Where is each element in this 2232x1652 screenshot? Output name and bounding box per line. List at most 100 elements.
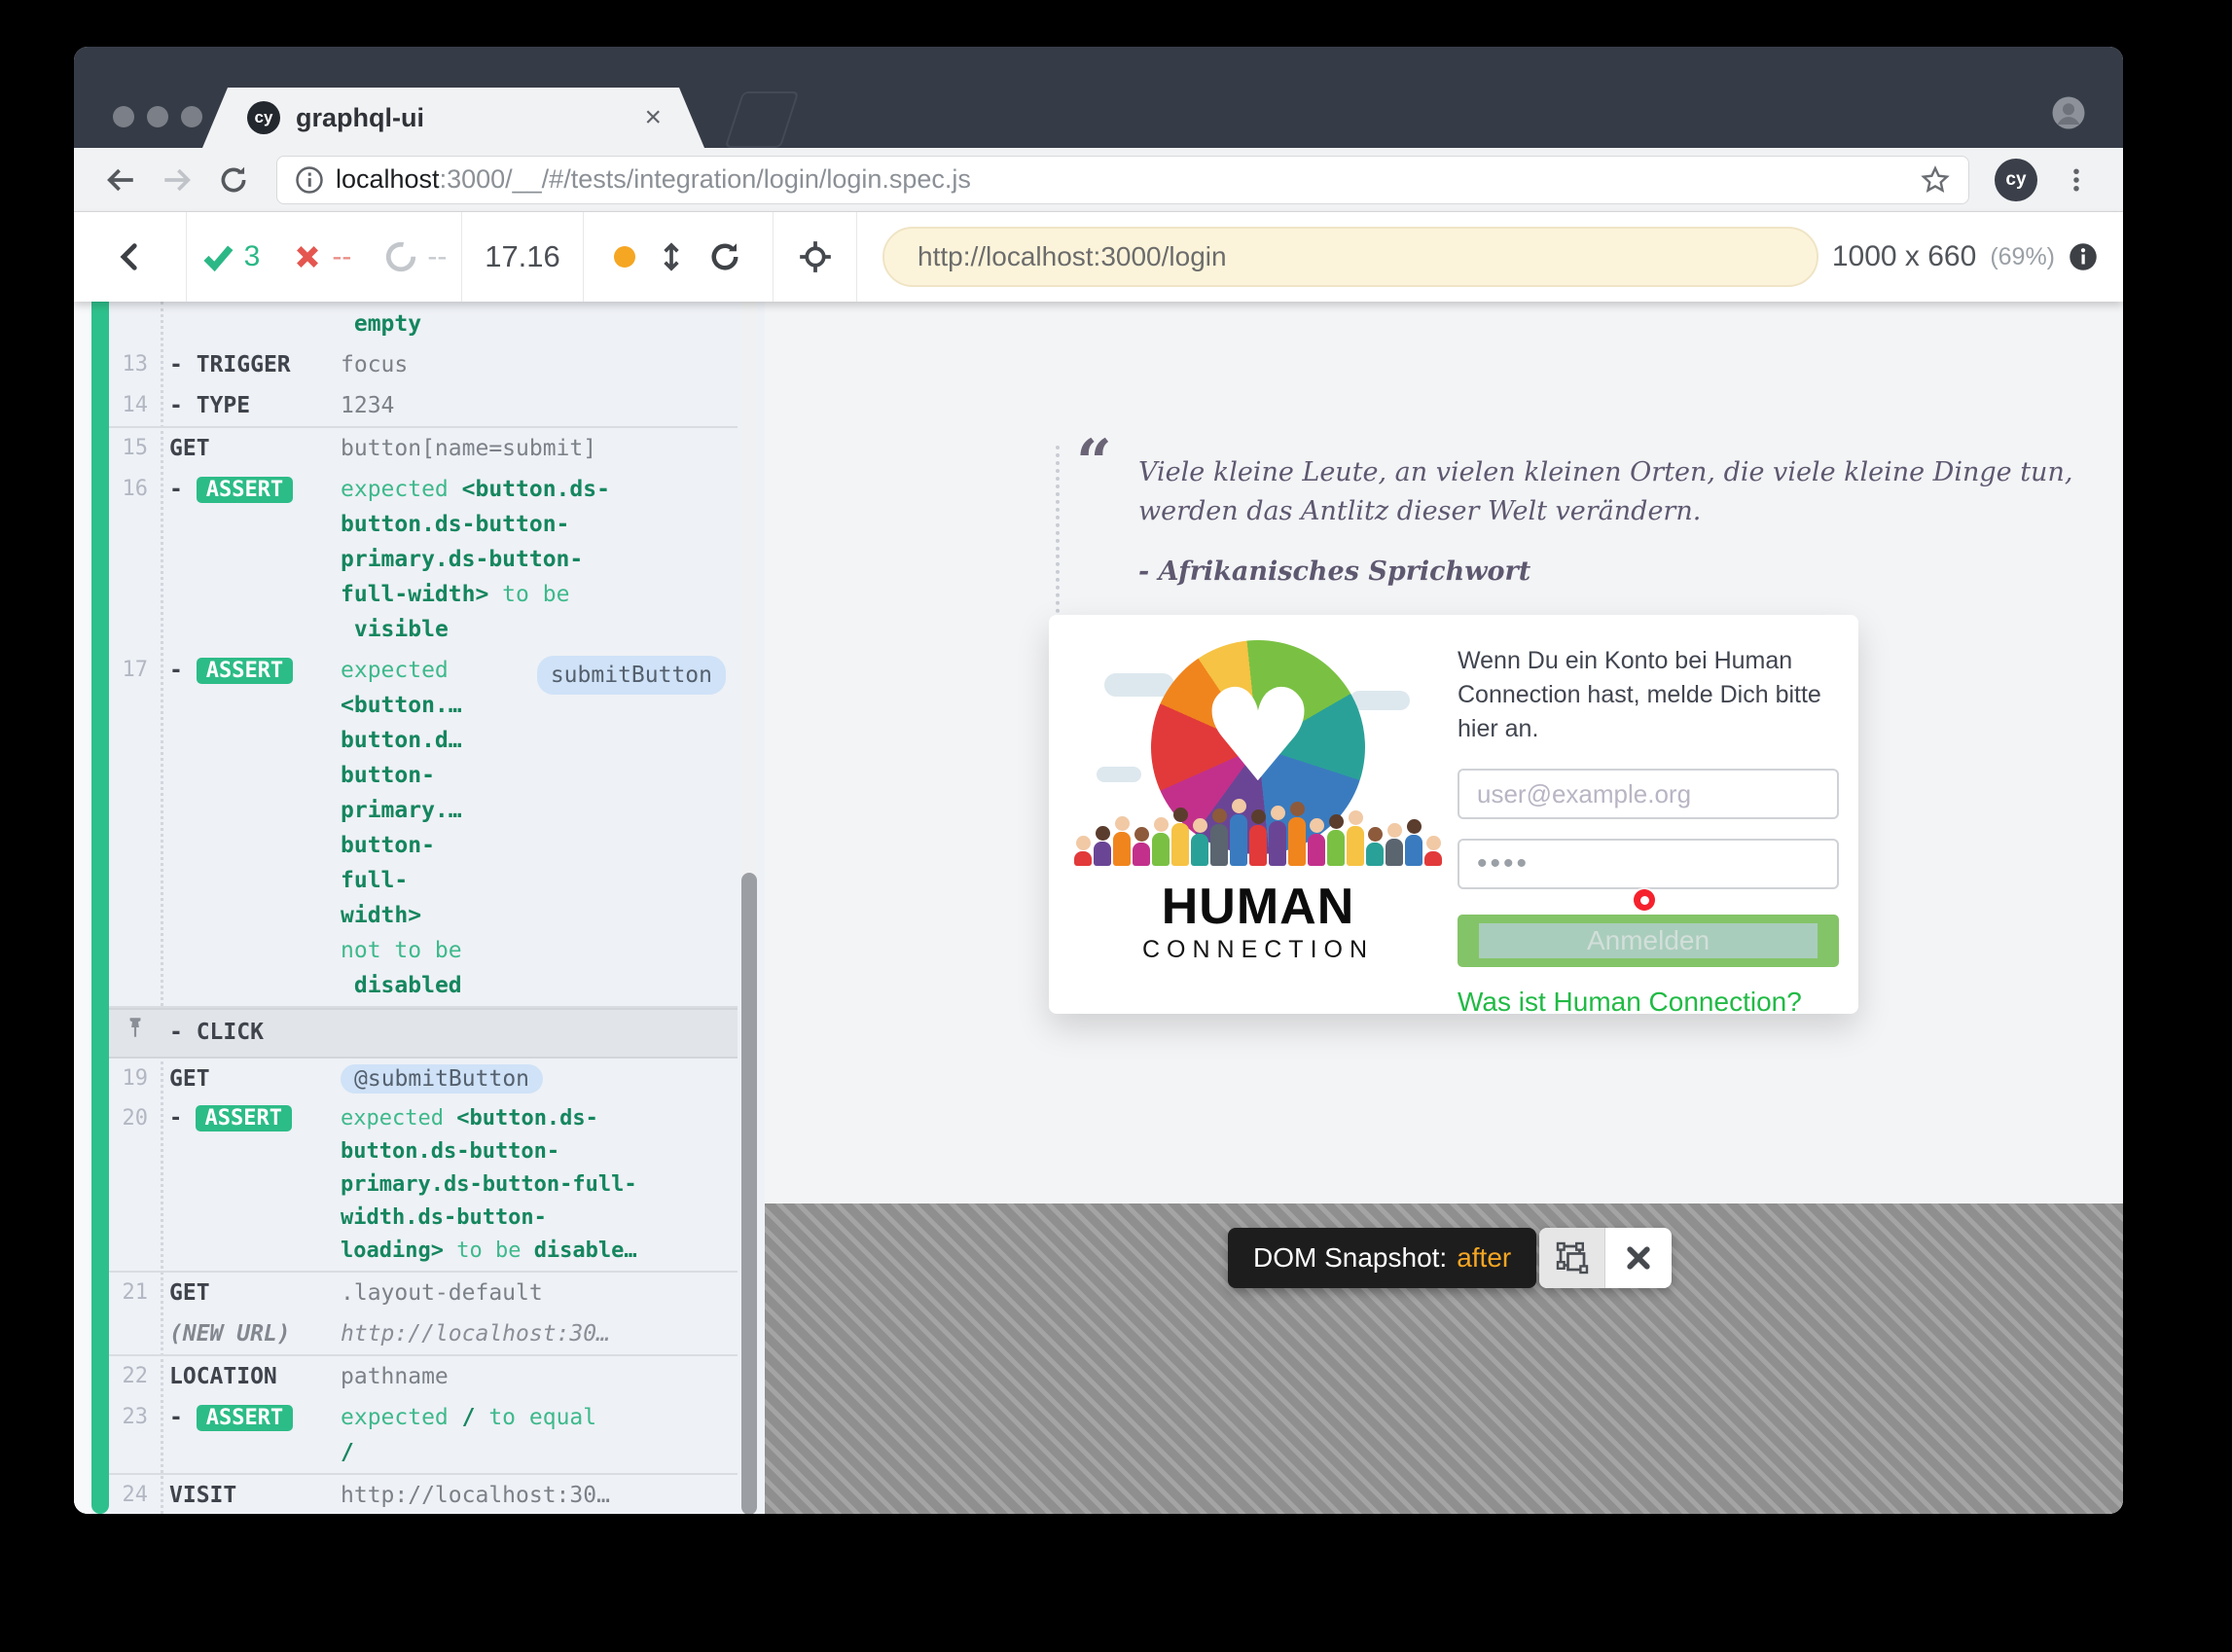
person-icon (1210, 808, 1228, 866)
log-row-number: 16 (109, 472, 169, 647)
main-split: to be empty13- TRIGGERfocus14- TYPE12341… (74, 302, 2123, 1514)
log-command-message: http://localhost:30… (341, 1316, 738, 1351)
snapshot-close-button[interactable] (1605, 1228, 1672, 1288)
log-row[interactable]: to be empty (109, 302, 738, 344)
viewport-info: 1000 x 660 (69%) (1832, 240, 2123, 273)
maximize-window-button[interactable] (181, 106, 202, 127)
log-row-number (109, 1316, 169, 1351)
reporter-gutter (74, 302, 91, 1514)
password-input[interactable] (1458, 839, 1839, 889)
forward-button[interactable] (152, 155, 202, 205)
scroll-updown-icon[interactable] (655, 240, 688, 273)
log-command-message: expected / to equal / (341, 1400, 738, 1470)
pending-circle-icon (384, 240, 417, 273)
assert-badge: ASSERT (197, 658, 293, 684)
page-info-icon[interactable] (295, 165, 324, 195)
log-row-number: 21 (109, 1275, 169, 1311)
log-command-message: @submitButton (341, 1061, 738, 1096)
url-field[interactable]: localhost:3000/__/#/tests/integration/lo… (276, 156, 1969, 204)
log-row-number: 13 (109, 347, 169, 382)
log-command-message: focus (341, 347, 738, 382)
log-row-visit[interactable]: 24VISIThttp://localhost:30… (109, 1475, 738, 1514)
collapse-reporter-button[interactable] (74, 212, 187, 302)
log-row-get[interactable]: 19GET@submitButton (109, 1059, 738, 1099)
failed-count: -- (332, 240, 351, 273)
tab-close-icon[interactable]: × (644, 103, 662, 132)
log-row-trigger[interactable]: 13- TRIGGERfocus (109, 344, 738, 385)
test-stats: 3 -- -- (187, 212, 462, 302)
bookmark-star-icon[interactable] (1920, 164, 1951, 196)
element-box-icon (1555, 1240, 1590, 1275)
passed-check-icon (201, 240, 234, 273)
person-icon (1405, 819, 1422, 866)
person-icon (1152, 817, 1170, 866)
log-row-type[interactable]: 14- TYPE1234 (109, 385, 738, 426)
failed-x-icon (293, 242, 322, 271)
reporter-scrollbar-thumb[interactable] (741, 873, 757, 1514)
log-command-name: VISIT (169, 1478, 341, 1513)
minimize-window-button[interactable] (147, 106, 168, 127)
log-row-assert[interactable]: 16- ASSERTexpected <button.ds- button.ds… (109, 469, 738, 650)
quote-border (1056, 446, 1060, 636)
log-command-name: GET (169, 1061, 341, 1096)
command-log: to be empty13- TRIGGERfocus14- TYPE12341… (109, 302, 738, 1514)
auto-scroll-indicator-icon[interactable] (614, 246, 635, 268)
log-row-assert[interactable]: 17- ASSERTexpected <button.… button.d… b… (109, 650, 738, 1006)
back-button[interactable] (95, 155, 146, 205)
address-bar: localhost:3000/__/#/tests/integration/lo… (74, 148, 2123, 212)
log-row-number: 20 (109, 1102, 169, 1268)
reload-button[interactable] (208, 155, 259, 205)
traffic-lights[interactable] (113, 106, 202, 127)
profile-avatar-icon[interactable] (2051, 95, 2086, 130)
log-command-name: - CLICK (169, 1015, 341, 1052)
command-log-panel: to be empty13- TRIGGERfocus14- TYPE12341… (74, 302, 765, 1514)
person-icon (1424, 836, 1442, 866)
submit-button-label: Anmelden (1479, 923, 1818, 958)
run-controls (584, 212, 774, 302)
log-row-assert[interactable]: 23- ASSERTexpected / to equal / (109, 1397, 738, 1473)
crowd-of-people (1087, 776, 1429, 866)
submit-button[interactable]: Anmelden (1458, 915, 1839, 967)
pin-icon (123, 1015, 148, 1040)
log-command-message: 1234 (341, 388, 738, 423)
log-command-name: - ASSERT (169, 1400, 341, 1470)
brand-name-top: HUMAN (1078, 878, 1438, 936)
person-icon (1327, 814, 1345, 866)
app-url-section: http://localhost:3000/login 1000 x 660 (… (857, 227, 2123, 287)
log-row-click[interactable]: - CLICK (109, 1008, 738, 1059)
pending-count: -- (427, 240, 447, 273)
what-is-link[interactable]: Was ist Human Connection? (1458, 987, 1802, 1018)
snapshot-highlight-toggle[interactable] (1539, 1228, 1605, 1288)
person-icon (1133, 827, 1150, 866)
log-command-message: expected <button.ds- button.ds-button- p… (341, 472, 738, 647)
browser-tab[interactable]: cy graphql-ui × (202, 88, 704, 148)
log-row-get[interactable]: 21GET.layout-default (109, 1273, 738, 1313)
log-row-number: 22 (109, 1359, 169, 1394)
person-icon (1269, 806, 1286, 866)
viewport-size: 1000 x 660 (1832, 240, 1976, 273)
assert-badge: ASSERT (196, 1105, 292, 1131)
email-input[interactable] (1458, 769, 1839, 819)
new-tab-button[interactable] (725, 91, 800, 148)
quote-mark: “ (1076, 426, 1112, 499)
log-command-message: to be empty (341, 302, 738, 341)
log-command-name: GET (169, 1275, 341, 1311)
viewport-info-icon[interactable] (2069, 242, 2098, 271)
browser-menu-icon[interactable] (2051, 155, 2102, 205)
test-duration: 17.16 (462, 212, 584, 302)
log-row-number: 14 (109, 388, 169, 423)
log-command-message: expected <button.… button.d… button- pri… (341, 653, 738, 1003)
app-url[interactable]: http://localhost:3000/login (882, 227, 1818, 287)
selector-playground-button[interactable] (774, 212, 857, 302)
restart-tests-icon[interactable] (707, 239, 742, 274)
close-window-button[interactable] (113, 106, 134, 127)
person-icon (1094, 826, 1111, 866)
log-row-location[interactable]: 22LOCATIONpathname (109, 1356, 738, 1397)
test-passed-bar (91, 302, 109, 1514)
log-row-get[interactable]: 15GETbutton[name=submit] (109, 428, 738, 469)
log-row-newurl[interactable]: (NEW URL)http://localhost:30… (109, 1313, 738, 1354)
assert-badge: ASSERT (197, 1405, 293, 1431)
log-row-assert[interactable]: 20- ASSERTexpected <button.ds- button.ds… (109, 1099, 738, 1271)
viewport-scale: (69%) (1990, 243, 2055, 271)
cypress-extension-icon[interactable]: cy (1995, 159, 2037, 201)
